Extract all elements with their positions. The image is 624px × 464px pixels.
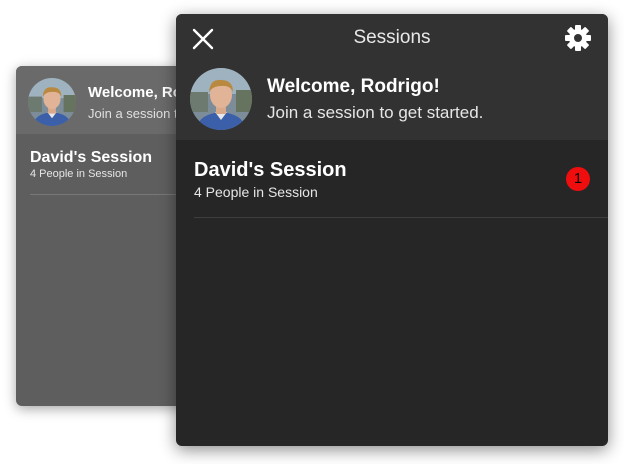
session-people-count: 4 People in Session xyxy=(30,168,128,180)
session-title: David's Session xyxy=(194,159,347,181)
user-avatar xyxy=(190,68,252,130)
welcome-title: Welcome, Rodrigo! xyxy=(267,76,440,97)
gear-icon xyxy=(565,25,591,51)
sessions-panel: Sessions Welcome, Rodrigo! Join a sessio… xyxy=(176,14,608,446)
nav-title: Sessions xyxy=(353,27,431,48)
divider xyxy=(194,217,608,218)
notification-badge: 1 xyxy=(566,167,590,191)
welcome-subtitle: Join a session to get started. xyxy=(267,103,484,122)
settings-button[interactable] xyxy=(564,24,592,52)
stage: Welcome, Rodrigo! Join a session to get … xyxy=(0,0,624,464)
user-avatar xyxy=(28,78,76,126)
session-title: David's Session xyxy=(30,149,153,166)
session-people-count: 4 People in Session xyxy=(194,184,318,200)
session-list-item[interactable]: David's Session 4 People in Session 1 xyxy=(176,140,608,217)
